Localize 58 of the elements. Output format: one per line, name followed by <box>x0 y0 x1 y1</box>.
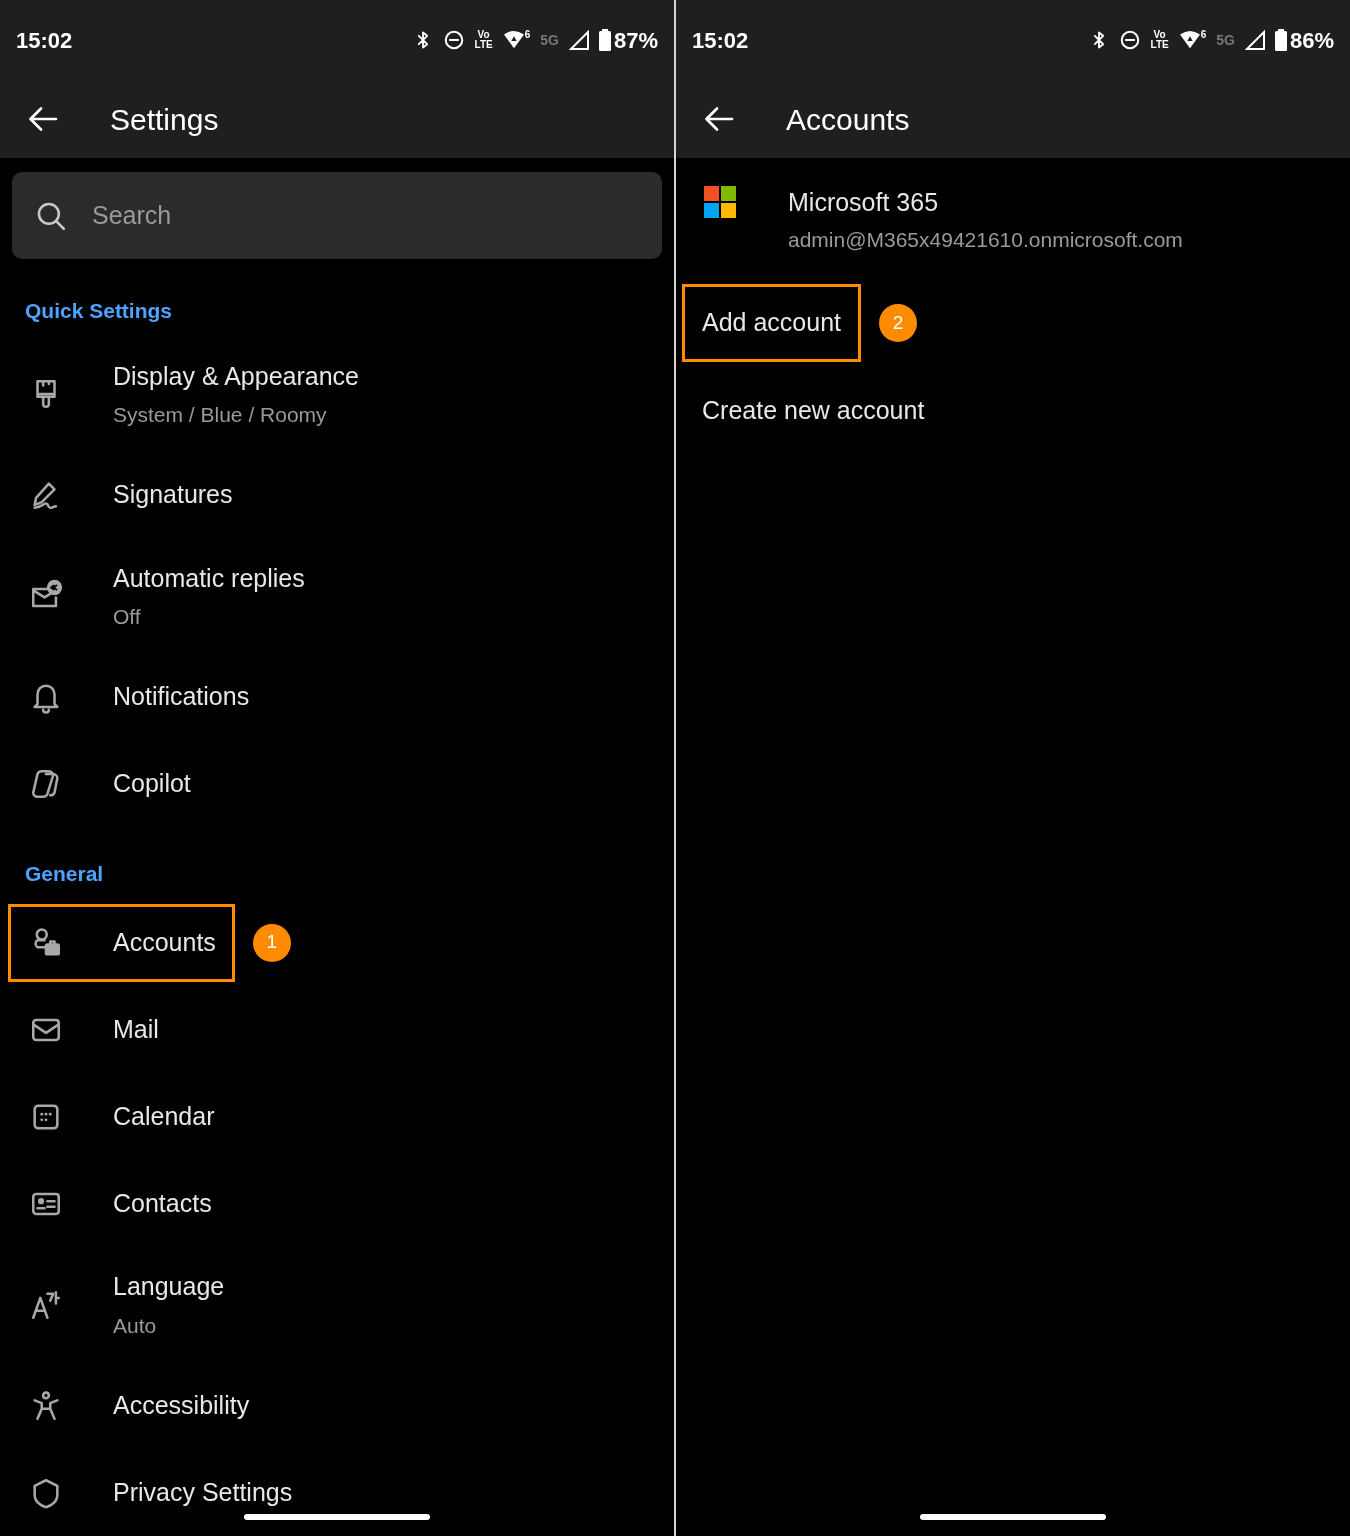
item-label: Signatures <box>113 479 233 511</box>
item-label: Contacts <box>113 1187 212 1219</box>
volte-label: Vo <box>1153 30 1166 40</box>
account-name: Microsoft 365 <box>788 187 940 218</box>
item-subtitle: Auto <box>113 1312 158 1339</box>
page-title: Accounts <box>786 101 910 138</box>
settings-item[interactable]: Display & Appearance System / Blue / Roomy <box>8 355 378 433</box>
item-subtitle: Off <box>113 604 142 630</box>
do-not-disturb-icon <box>1118 29 1141 51</box>
settings-item[interactable]: Automatic replies Off <box>8 557 324 635</box>
network-label: 5G <box>1216 30 1235 50</box>
settings-item[interactable]: Language Auto <box>8 1265 244 1344</box>
signal-icon <box>1244 30 1265 50</box>
item-label: Copilot <box>113 768 191 800</box>
battery-level: 87% <box>613 26 658 55</box>
wifi-icon <box>1178 30 1201 50</box>
battery-icon <box>1274 29 1287 51</box>
page-title: Settings <box>110 101 219 138</box>
wifi-tag: 6 <box>1200 30 1207 40</box>
account-action[interactable]: Create new account <box>682 372 945 450</box>
settings-item[interactable]: Signatures <box>8 456 252 534</box>
settings-item[interactable]: Calendar <box>8 1077 234 1156</box>
item-label: Accounts <box>113 926 216 958</box>
item-label: Accessibility <box>113 1389 250 1421</box>
account-action[interactable]: Add account <box>682 284 861 362</box>
lte-label: LTE <box>474 40 493 50</box>
network-label: 5G <box>540 30 559 50</box>
windows-logo-icon <box>704 186 736 218</box>
step-number: 1 <box>252 923 291 962</box>
settings-item[interactable]: Mail <box>8 990 178 1069</box>
section-header: General <box>25 861 104 885</box>
settings-item[interactable]: Accounts <box>8 903 235 982</box>
battery-level: 86% <box>1289 26 1334 55</box>
item-label: Automatic replies <box>113 562 305 594</box>
settings-item[interactable]: Accessibility <box>8 1366 269 1445</box>
settings-item[interactable]: Contacts <box>8 1164 231 1243</box>
status-time: 15:02 <box>692 26 749 55</box>
volte-label: Vo <box>477 30 490 40</box>
item-label: Privacy Settings <box>113 1476 293 1508</box>
item-label: Display & Appearance <box>113 360 359 392</box>
item-label: Language <box>113 1271 225 1302</box>
status-time: 15:02 <box>16 26 73 55</box>
lte-label: LTE <box>1150 40 1169 50</box>
do-not-disturb-icon <box>442 29 465 51</box>
signal-icon <box>568 30 589 50</box>
account-email: admin@M365x49421610.onmicrosoft.com <box>788 226 1183 253</box>
settings-item[interactable]: Copilot <box>8 745 210 823</box>
section-header: Quick Settings <box>25 299 173 322</box>
battery-icon <box>598 29 611 51</box>
wifi-icon <box>502 30 525 50</box>
settings-item[interactable]: Notifications <box>8 658 269 736</box>
item-label: Calendar <box>113 1100 215 1132</box>
wifi-tag: 6 <box>524 30 531 40</box>
item-subtitle: System / Blue / Roomy <box>113 402 328 428</box>
item-label: Mail <box>113 1013 159 1045</box>
step-number: 2 <box>879 304 917 342</box>
item-label: Notifications <box>113 681 250 713</box>
settings-item[interactable]: Privacy Settings <box>8 1453 312 1519</box>
